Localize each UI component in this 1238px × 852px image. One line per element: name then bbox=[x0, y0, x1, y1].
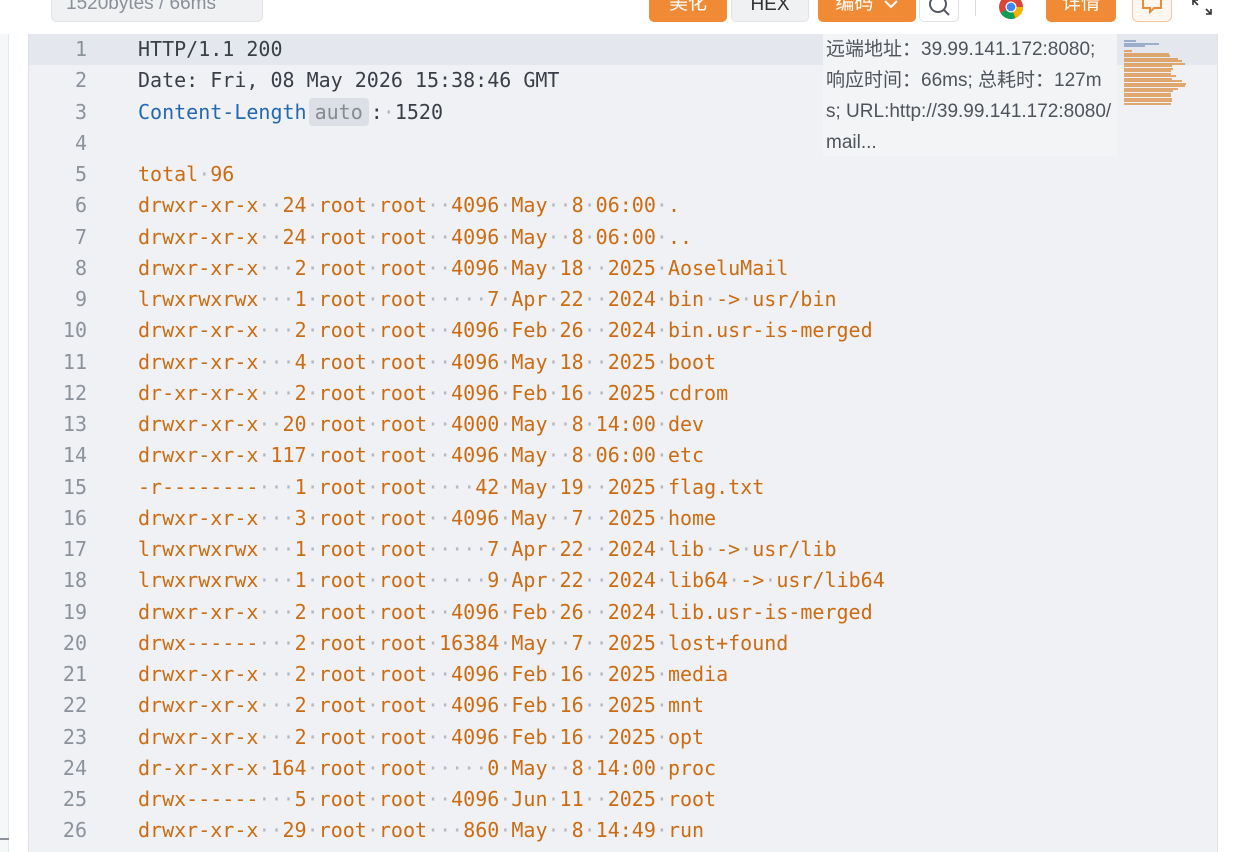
code-text: drwxr-xr-x··24·root·root··4096·May··8·06… bbox=[138, 193, 680, 218]
line-number: 17 bbox=[62, 537, 87, 561]
line-number: 14 bbox=[62, 443, 87, 468]
line-number: 10 bbox=[62, 318, 87, 343]
encode-dropdown[interactable]: 编码 bbox=[818, 0, 916, 22]
code-text: drwxr-xr-x···2·root·root··4096·Feb·16··2… bbox=[138, 662, 729, 686]
code-line[interactable]: 10 drwxr-xr-x···2·root·root··4096·Feb·26·… bbox=[29, 315, 1217, 346]
code-line[interactable]: 11 drwxr-xr-x···4·root·root··4096·May·18·… bbox=[29, 347, 1217, 378]
code-line[interactable]: 15 -r--------···1·root·root····42·May·19·… bbox=[29, 472, 1217, 503]
line-number: 18 bbox=[62, 568, 87, 593]
content-length-header: Content-Length auto:·1520 bbox=[138, 97, 444, 126]
feedback-icon bbox=[1142, 0, 1162, 15]
line-number: 1 bbox=[74, 37, 87, 61]
minimap-line bbox=[1124, 102, 1171, 105]
left-panel-edge bbox=[0, 34, 9, 852]
detail-button[interactable]: 详情 bbox=[1046, 0, 1116, 22]
status-line: HTTP/1.1 200 bbox=[138, 37, 283, 61]
code-text: lrwxrwxrwx···1·root·root·····7·Apr·22··2… bbox=[138, 287, 837, 311]
line-number: 26 bbox=[62, 818, 87, 843]
code-text: -r--------···1·root·root····42·May·19··2… bbox=[138, 474, 765, 499]
line-number: 22 bbox=[62, 693, 87, 718]
code-text: drwxr-xr-x··29·root·root···860·May··8·14… bbox=[138, 818, 705, 843]
hex-button[interactable]: HEX bbox=[731, 0, 809, 22]
code-line[interactable]: 6 drwxr-xr-x··24·root·root··4096·May··8·0… bbox=[29, 190, 1217, 221]
encode-label: 编码 bbox=[835, 0, 874, 14]
code-line[interactable]: 24 dr-xr-xr-x·164·root·root·····0·May··8·… bbox=[29, 753, 1217, 784]
toolbar-divider bbox=[975, 0, 976, 16]
code-text: dr-xr-xr-x·164·root·root·····0·May··8·14… bbox=[138, 755, 717, 780]
code-line[interactable]: 22 drwxr-xr-x···2·root·root··4096·Feb·16·… bbox=[29, 690, 1217, 721]
left-panel-marker bbox=[0, 838, 9, 840]
minimap-line bbox=[1124, 45, 1145, 47]
line-number: 5 bbox=[74, 162, 87, 186]
code-text: drwxr-xr-x···2·root·root··4096·Feb·26··2… bbox=[138, 599, 873, 624]
line-number: 13 bbox=[62, 412, 87, 436]
search-button[interactable] bbox=[919, 0, 959, 22]
line-number: 21 bbox=[62, 662, 87, 686]
code-text: drwxr-xr-x···4·root·root··4096·May·18··2… bbox=[138, 349, 717, 374]
code-line[interactable]: 21 drwxr-xr-x···2·root·root··4096·Feb·16·… bbox=[29, 659, 1217, 690]
chrome-icon[interactable] bbox=[998, 0, 1024, 20]
header-key: Content-Length bbox=[138, 99, 307, 124]
line-number: 3 bbox=[74, 99, 87, 124]
expand-icon[interactable] bbox=[1190, 0, 1214, 16]
code-line[interactable]: 18 lrwxrwxrwx···1·root·root·····9·Apr·22·… bbox=[29, 565, 1217, 596]
line-number: 24 bbox=[62, 755, 87, 780]
search-icon bbox=[929, 0, 950, 16]
line-number: 25 bbox=[62, 787, 87, 811]
code-line[interactable]: 20 drwx------···2·root·root·16384·May··7·… bbox=[29, 628, 1217, 659]
code-minimap[interactable] bbox=[1124, 40, 1188, 105]
chevron-down-icon bbox=[883, 0, 898, 9]
line-number: 11 bbox=[62, 349, 87, 374]
auto-hint-badge[interactable]: auto bbox=[308, 97, 369, 126]
code-line[interactable]: 13 drwxr-xr-x··20·root·root··4000·May··8·… bbox=[29, 409, 1217, 440]
code-line[interactable]: 5 total·96 bbox=[29, 159, 1217, 190]
code-line[interactable]: 17 lrwxrwxrwx···1·root·root·····7·Apr·22·… bbox=[29, 534, 1217, 565]
line-number: 23 bbox=[62, 724, 87, 749]
line-number: 8 bbox=[74, 255, 87, 280]
code-text: lrwxrwxrwx···1·root·root·····9·Apr·22··2… bbox=[138, 568, 885, 593]
line-number: 15 bbox=[62, 474, 87, 499]
code-line[interactable]: 7 drwxr-xr-x··24·root·root··4096·May··8·0… bbox=[29, 222, 1217, 253]
line-number: 4 bbox=[74, 130, 87, 155]
code-text: lrwxrwxrwx···1·root·root·····7·Apr·22··2… bbox=[138, 537, 837, 561]
code-text: drwxr-xr-x···2·root·root··4096·Feb·16··2… bbox=[138, 693, 705, 718]
code-text: drwxr-xr-x···2·root·root··4096·Feb·16··2… bbox=[138, 724, 705, 749]
line-number: 2 bbox=[74, 68, 87, 93]
toolbar: 1520bytes / 66ms 美化 HEX 编码 详情 bbox=[0, 0, 1238, 34]
code-text: total·96 bbox=[138, 162, 235, 186]
code-line[interactable]: 9 lrwxrwxrwx···1·root·root·····7·Apr·22··… bbox=[29, 284, 1217, 315]
code-line[interactable]: 12 dr-xr-xr-x···2·root·root··4096·Feb·16·… bbox=[29, 378, 1217, 409]
beautify-button[interactable]: 美化 bbox=[649, 0, 727, 22]
line-number: 6 bbox=[74, 193, 87, 218]
response-size-time: 1520bytes / 66ms bbox=[51, 0, 263, 22]
line-number: 7 bbox=[74, 224, 87, 249]
line-number: 12 bbox=[62, 380, 87, 405]
code-text: drwxr-xr-x··20·root·root··4000·May··8·14… bbox=[138, 412, 705, 436]
code-line[interactable]: 14 drwxr-xr-x·117·root·root··4096·May··8·… bbox=[29, 440, 1217, 471]
header-value: 1520 bbox=[394, 99, 444, 124]
code-text: drwx------···2·root·root·16384·May··7··2… bbox=[138, 630, 789, 655]
code-line[interactable]: 19 drwxr-xr-x···2·root·root··4096·Feb·26·… bbox=[29, 597, 1217, 628]
code-text: drwxr-xr-x···3·root·root··4096·May··7··2… bbox=[138, 505, 717, 530]
code-line[interactable]: 16 drwxr-xr-x···3·root·root··4096·May··7·… bbox=[29, 503, 1217, 534]
code-text: drwxr-xr-x·117·root·root··4096·May··8·06… bbox=[138, 443, 705, 468]
code-line[interactable]: 8 drwxr-xr-x···2·root·root··4096·May·18··… bbox=[29, 253, 1217, 284]
code-text: drwxr-xr-x···2·root·root··4096·Feb·26··2… bbox=[138, 318, 873, 343]
line-number: 19 bbox=[62, 599, 87, 624]
date-header: Date: Fri, 08 May 2026 15:38:46 GMT bbox=[138, 68, 560, 93]
line-number: 9 bbox=[74, 287, 87, 311]
code-text: drwx------···5·root·root··4096·Jun·11··2… bbox=[138, 787, 717, 811]
code-line[interactable]: 26 drwxr-xr-x··29·root·root···860·May··8·… bbox=[29, 815, 1217, 846]
code-line[interactable]: 23 drwxr-xr-x···2·root·root··4096·Feb·16·… bbox=[29, 722, 1217, 753]
line-number: 20 bbox=[62, 630, 87, 655]
code-line[interactable]: 25 drwx------···5·root·root··4096·Jun·11·… bbox=[29, 784, 1217, 815]
code-text: drwxr-xr-x···2·root·root··4096·May·18··2… bbox=[138, 255, 789, 280]
response-editor[interactable]: 1 HTTP/1.1 200 2 Date: Fri, 08 May 2026 … bbox=[28, 34, 1218, 852]
feedback-button[interactable] bbox=[1132, 0, 1172, 22]
code-text: drwxr-xr-x··24·root·root··4096·May··8·06… bbox=[138, 224, 693, 249]
response-info-overlay: 远端地址：39.99.141.172:8080; 响应时间：66ms; 总耗时：… bbox=[823, 34, 1117, 156]
code-text: dr-xr-xr-x···2·root·root··4096·Feb·16··2… bbox=[138, 380, 729, 405]
line-number: 16 bbox=[62, 505, 87, 530]
